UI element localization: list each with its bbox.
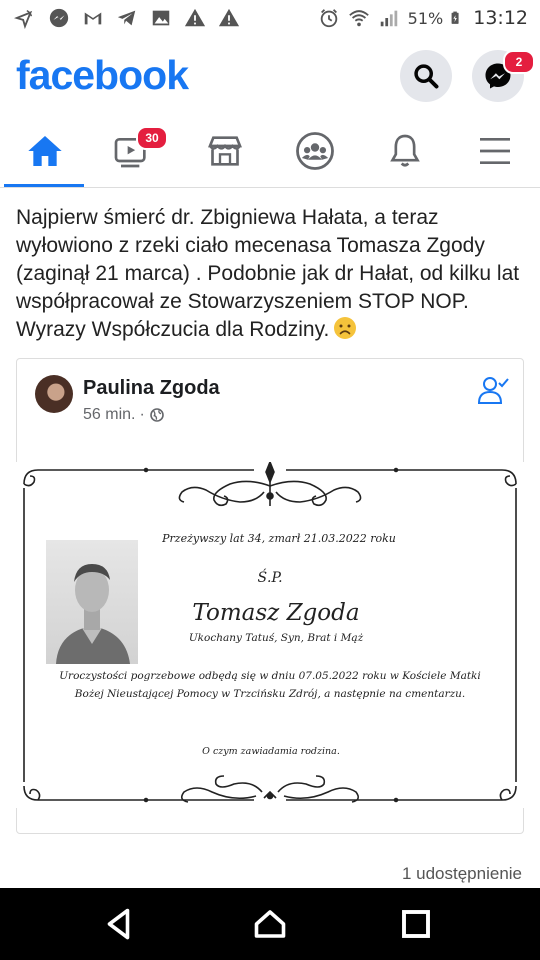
system-navigation-bar	[0, 888, 540, 960]
notice-line: O czym zawiadamia rodzina.	[202, 746, 340, 757]
search-icon	[414, 64, 439, 89]
deceased-photo	[46, 540, 138, 664]
home-button-icon[interactable]	[252, 906, 288, 942]
active-tab-indicator	[4, 184, 84, 187]
gmail-icon	[84, 12, 102, 25]
post-meta: 56 min. ·	[83, 406, 165, 424]
tab-bar	[0, 116, 540, 188]
home-icon	[28, 136, 62, 166]
globe-icon	[149, 408, 164, 422]
author-name[interactable]: Paulina Zgoda	[83, 377, 220, 400]
gallery-icon	[152, 10, 170, 26]
video-badge: 30	[136, 126, 168, 150]
bell-icon	[390, 134, 420, 167]
telegram-icon	[117, 10, 136, 26]
groups-icon	[296, 132, 334, 170]
sp-label: Ś.P.	[257, 570, 283, 586]
tab-marketplace[interactable]	[180, 116, 270, 186]
battery-icon	[451, 11, 459, 24]
age-line: Przeżywszy lat 34, zmarł 21.03.2022 roku	[162, 532, 396, 545]
relations-line: Ukochany Tatuś, Syn, Brat i Mąż	[188, 632, 364, 644]
post-body: Najpierw śmierć dr. Zbigniewa Hałata, a …	[16, 204, 528, 344]
add-friend-icon[interactable]	[477, 373, 511, 407]
battery-percent: 51%	[407, 8, 444, 28]
post-text: Najpierw śmierć dr. Zbigniewa Hałata, a …	[16, 206, 520, 341]
funeral-line-2: Bożej Nieustającej Pomocy w Trzcińsku Zd…	[74, 688, 466, 700]
deceased-name: Tomasz Zgoda	[192, 600, 360, 626]
tab-menu[interactable]	[450, 116, 540, 186]
wifi-icon	[348, 10, 369, 27]
hamburger-menu-icon	[480, 138, 510, 164]
tab-groups[interactable]	[270, 116, 360, 186]
app-header: facebook	[0, 38, 540, 116]
obituary-image[interactable]: Przeżywszy lat 34, zmarł 21.03.2022 roku…	[16, 462, 524, 808]
signal-icon	[380, 10, 397, 27]
meta-separator: ·	[139, 406, 145, 423]
messenger-badge: 2	[503, 50, 535, 74]
post-time[interactable]: 56 min.	[83, 406, 135, 424]
sad-face-emoji-icon	[334, 317, 357, 339]
portrait-figure	[56, 564, 130, 664]
warning-icon	[218, 8, 240, 27]
cursor-icon	[14, 10, 33, 29]
tab-home[interactable]	[0, 116, 90, 186]
clock: 13:12	[473, 7, 528, 29]
system-indicators: 51% 13:12	[318, 7, 528, 29]
marketplace-icon	[208, 136, 242, 166]
warning-icon	[184, 8, 206, 27]
search-button[interactable]	[400, 50, 452, 102]
funeral-line-1: Uroczystości pogrzebowe odbędą się w dni…	[59, 670, 481, 682]
tab-notifications[interactable]	[360, 116, 450, 186]
alarm-icon	[320, 9, 337, 28]
recent-apps-icon[interactable]	[398, 906, 434, 942]
back-icon[interactable]	[102, 906, 138, 942]
notification-icons	[14, 7, 240, 29]
status-bar: 51% 13:12	[0, 0, 540, 38]
messenger-icon	[49, 8, 69, 28]
avatar[interactable]	[35, 375, 73, 413]
share-count[interactable]: 1 udostępnienie	[402, 864, 522, 884]
facebook-logo[interactable]: facebook	[16, 52, 189, 99]
